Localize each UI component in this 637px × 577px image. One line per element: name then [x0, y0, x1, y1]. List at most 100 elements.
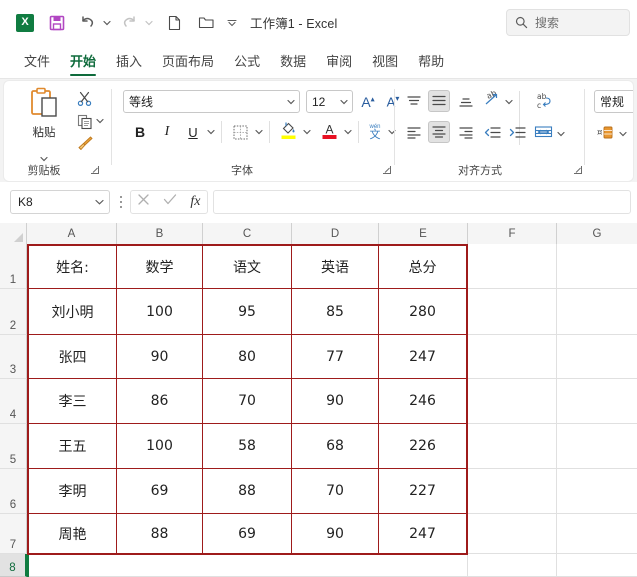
cell-d1[interactable]: 英语 — [292, 246, 378, 288]
save-icon[interactable] — [44, 10, 70, 36]
cell-b4[interactable]: 86 — [117, 379, 202, 423]
font-name-dropdown-icon[interactable] — [283, 99, 299, 105]
cell-c3[interactable]: 80 — [203, 335, 291, 378]
column-header-b[interactable]: B — [117, 223, 203, 244]
formula-input[interactable] — [213, 190, 631, 214]
cancel-entry-icon[interactable] — [137, 193, 150, 211]
italic-button[interactable]: I — [156, 121, 178, 143]
fill-color-dropdown-icon[interactable] — [301, 122, 312, 142]
grow-font-button[interactable]: A▴ — [357, 91, 379, 113]
cell-e6[interactable]: 227 — [379, 469, 466, 513]
number-format-box[interactable]: 常规 — [594, 90, 633, 113]
name-box-dropdown-icon[interactable] — [89, 199, 109, 205]
column-header-d[interactable]: D — [292, 223, 379, 244]
cell-b1[interactable]: 数学 — [117, 246, 202, 288]
cell-b6[interactable]: 69 — [117, 469, 202, 513]
orientation-dropdown-icon[interactable] — [503, 92, 514, 112]
font-dialog-launcher[interactable] — [380, 163, 394, 177]
clipboard-dialog-launcher[interactable] — [88, 163, 102, 177]
cell-b3[interactable]: 90 — [117, 335, 202, 378]
cell-c1[interactable]: 语文 — [203, 246, 291, 288]
tab-formulas[interactable]: 公式 — [224, 47, 270, 76]
row-header-8[interactable]: 8 — [0, 554, 27, 577]
cell-b2[interactable]: 100 — [117, 289, 202, 334]
format-painter-button[interactable] — [74, 133, 96, 154]
row-header-2[interactable]: 2 — [0, 289, 27, 335]
row-header-5[interactable]: 5 — [0, 424, 27, 469]
tab-view[interactable]: 视图 — [362, 47, 408, 76]
cell-c7[interactable]: 69 — [203, 514, 291, 553]
cell-e4[interactable]: 246 — [379, 379, 466, 423]
cell-e3[interactable]: 247 — [379, 335, 466, 378]
borders-button[interactable] — [229, 121, 251, 143]
redo-dropdown-icon[interactable] — [142, 10, 155, 36]
align-center-button[interactable] — [428, 121, 450, 143]
cell-a4[interactable]: 李三 — [29, 379, 116, 423]
cell-e2[interactable]: 280 — [379, 289, 466, 334]
redo-icon[interactable] — [116, 10, 142, 36]
formula-bar-grip[interactable] — [117, 195, 125, 209]
cell-c4[interactable]: 70 — [203, 379, 291, 423]
font-color-dropdown-icon[interactable] — [342, 122, 353, 142]
tab-help[interactable]: 帮助 — [408, 47, 454, 76]
column-header-c[interactable]: C — [203, 223, 292, 244]
tab-file[interactable]: 文件 — [14, 47, 60, 76]
tab-insert[interactable]: 插入 — [106, 47, 152, 76]
alignment-dialog-launcher[interactable] — [571, 163, 585, 177]
cell-a1[interactable]: 姓名: — [29, 246, 116, 288]
undo-icon[interactable] — [74, 10, 100, 36]
bold-button[interactable]: B — [129, 121, 151, 143]
tab-page-layout[interactable]: 页面布局 — [152, 47, 224, 76]
align-top-button[interactable] — [403, 91, 425, 113]
cell-d2[interactable]: 85 — [292, 289, 378, 334]
cell-a3[interactable]: 张四 — [29, 335, 116, 378]
copy-dropdown-icon[interactable] — [94, 111, 105, 131]
font-name-box[interactable]: 等线 — [123, 90, 300, 113]
cell-a2[interactable]: 刘小明 — [29, 289, 116, 334]
cell-c6[interactable]: 88 — [203, 469, 291, 513]
cell-d5[interactable]: 68 — [292, 424, 378, 468]
row-header-1[interactable]: 1 — [0, 244, 27, 289]
column-header-f[interactable]: F — [468, 223, 557, 244]
borders-dropdown-icon[interactable] — [253, 122, 264, 142]
new-file-icon[interactable] — [161, 10, 187, 36]
cell-e5[interactable]: 226 — [379, 424, 466, 468]
fill-color-button[interactable] — [277, 119, 299, 141]
font-size-dropdown-icon[interactable] — [336, 99, 352, 105]
underline-button[interactable]: U — [182, 121, 204, 143]
cell-c2[interactable]: 95 — [203, 289, 291, 334]
accounting-format-button[interactable]: ¤ — [594, 121, 616, 143]
cut-button[interactable] — [74, 88, 96, 109]
cell-e7[interactable]: 247 — [379, 514, 466, 553]
cell-a7[interactable]: 周艳 — [29, 514, 116, 553]
cell-b7[interactable]: 88 — [117, 514, 202, 553]
align-bottom-button[interactable] — [455, 91, 477, 113]
merge-center-button[interactable] — [532, 121, 554, 143]
underline-dropdown-icon[interactable] — [205, 122, 216, 142]
name-box[interactable]: K8 — [10, 190, 110, 214]
accounting-dropdown-icon[interactable] — [617, 124, 628, 144]
tab-data[interactable]: 数据 — [270, 47, 316, 76]
cell-a5[interactable]: 王五 — [29, 424, 116, 468]
row-header-4[interactable]: 4 — [0, 379, 27, 424]
align-middle-button[interactable] — [428, 90, 450, 112]
cell-b5[interactable]: 100 — [117, 424, 202, 468]
select-all-button[interactable] — [0, 223, 27, 244]
column-header-a[interactable]: A — [27, 223, 117, 244]
cell-e1[interactable]: 总分 — [379, 246, 466, 288]
increase-indent-button[interactable] — [506, 122, 528, 144]
search-box[interactable]: 搜索 — [506, 9, 630, 36]
undo-dropdown-icon[interactable] — [100, 10, 113, 36]
phonetic-guide-button[interactable]: wén 文 — [364, 119, 386, 141]
decrease-indent-button[interactable] — [481, 122, 503, 144]
insert-function-icon[interactable]: fx — [190, 194, 200, 210]
align-left-button[interactable] — [403, 122, 425, 144]
row-header-6[interactable]: 6 — [0, 469, 27, 514]
cell-d3[interactable]: 77 — [292, 335, 378, 378]
column-header-g[interactable]: G — [557, 223, 637, 244]
merge-center-dropdown-icon[interactable] — [555, 124, 566, 144]
font-size-box[interactable]: 12 — [306, 90, 353, 113]
cell-a6[interactable]: 李明 — [29, 469, 116, 513]
paste-button[interactable]: 粘贴 — [18, 87, 70, 151]
row-header-3[interactable]: 3 — [0, 335, 27, 379]
